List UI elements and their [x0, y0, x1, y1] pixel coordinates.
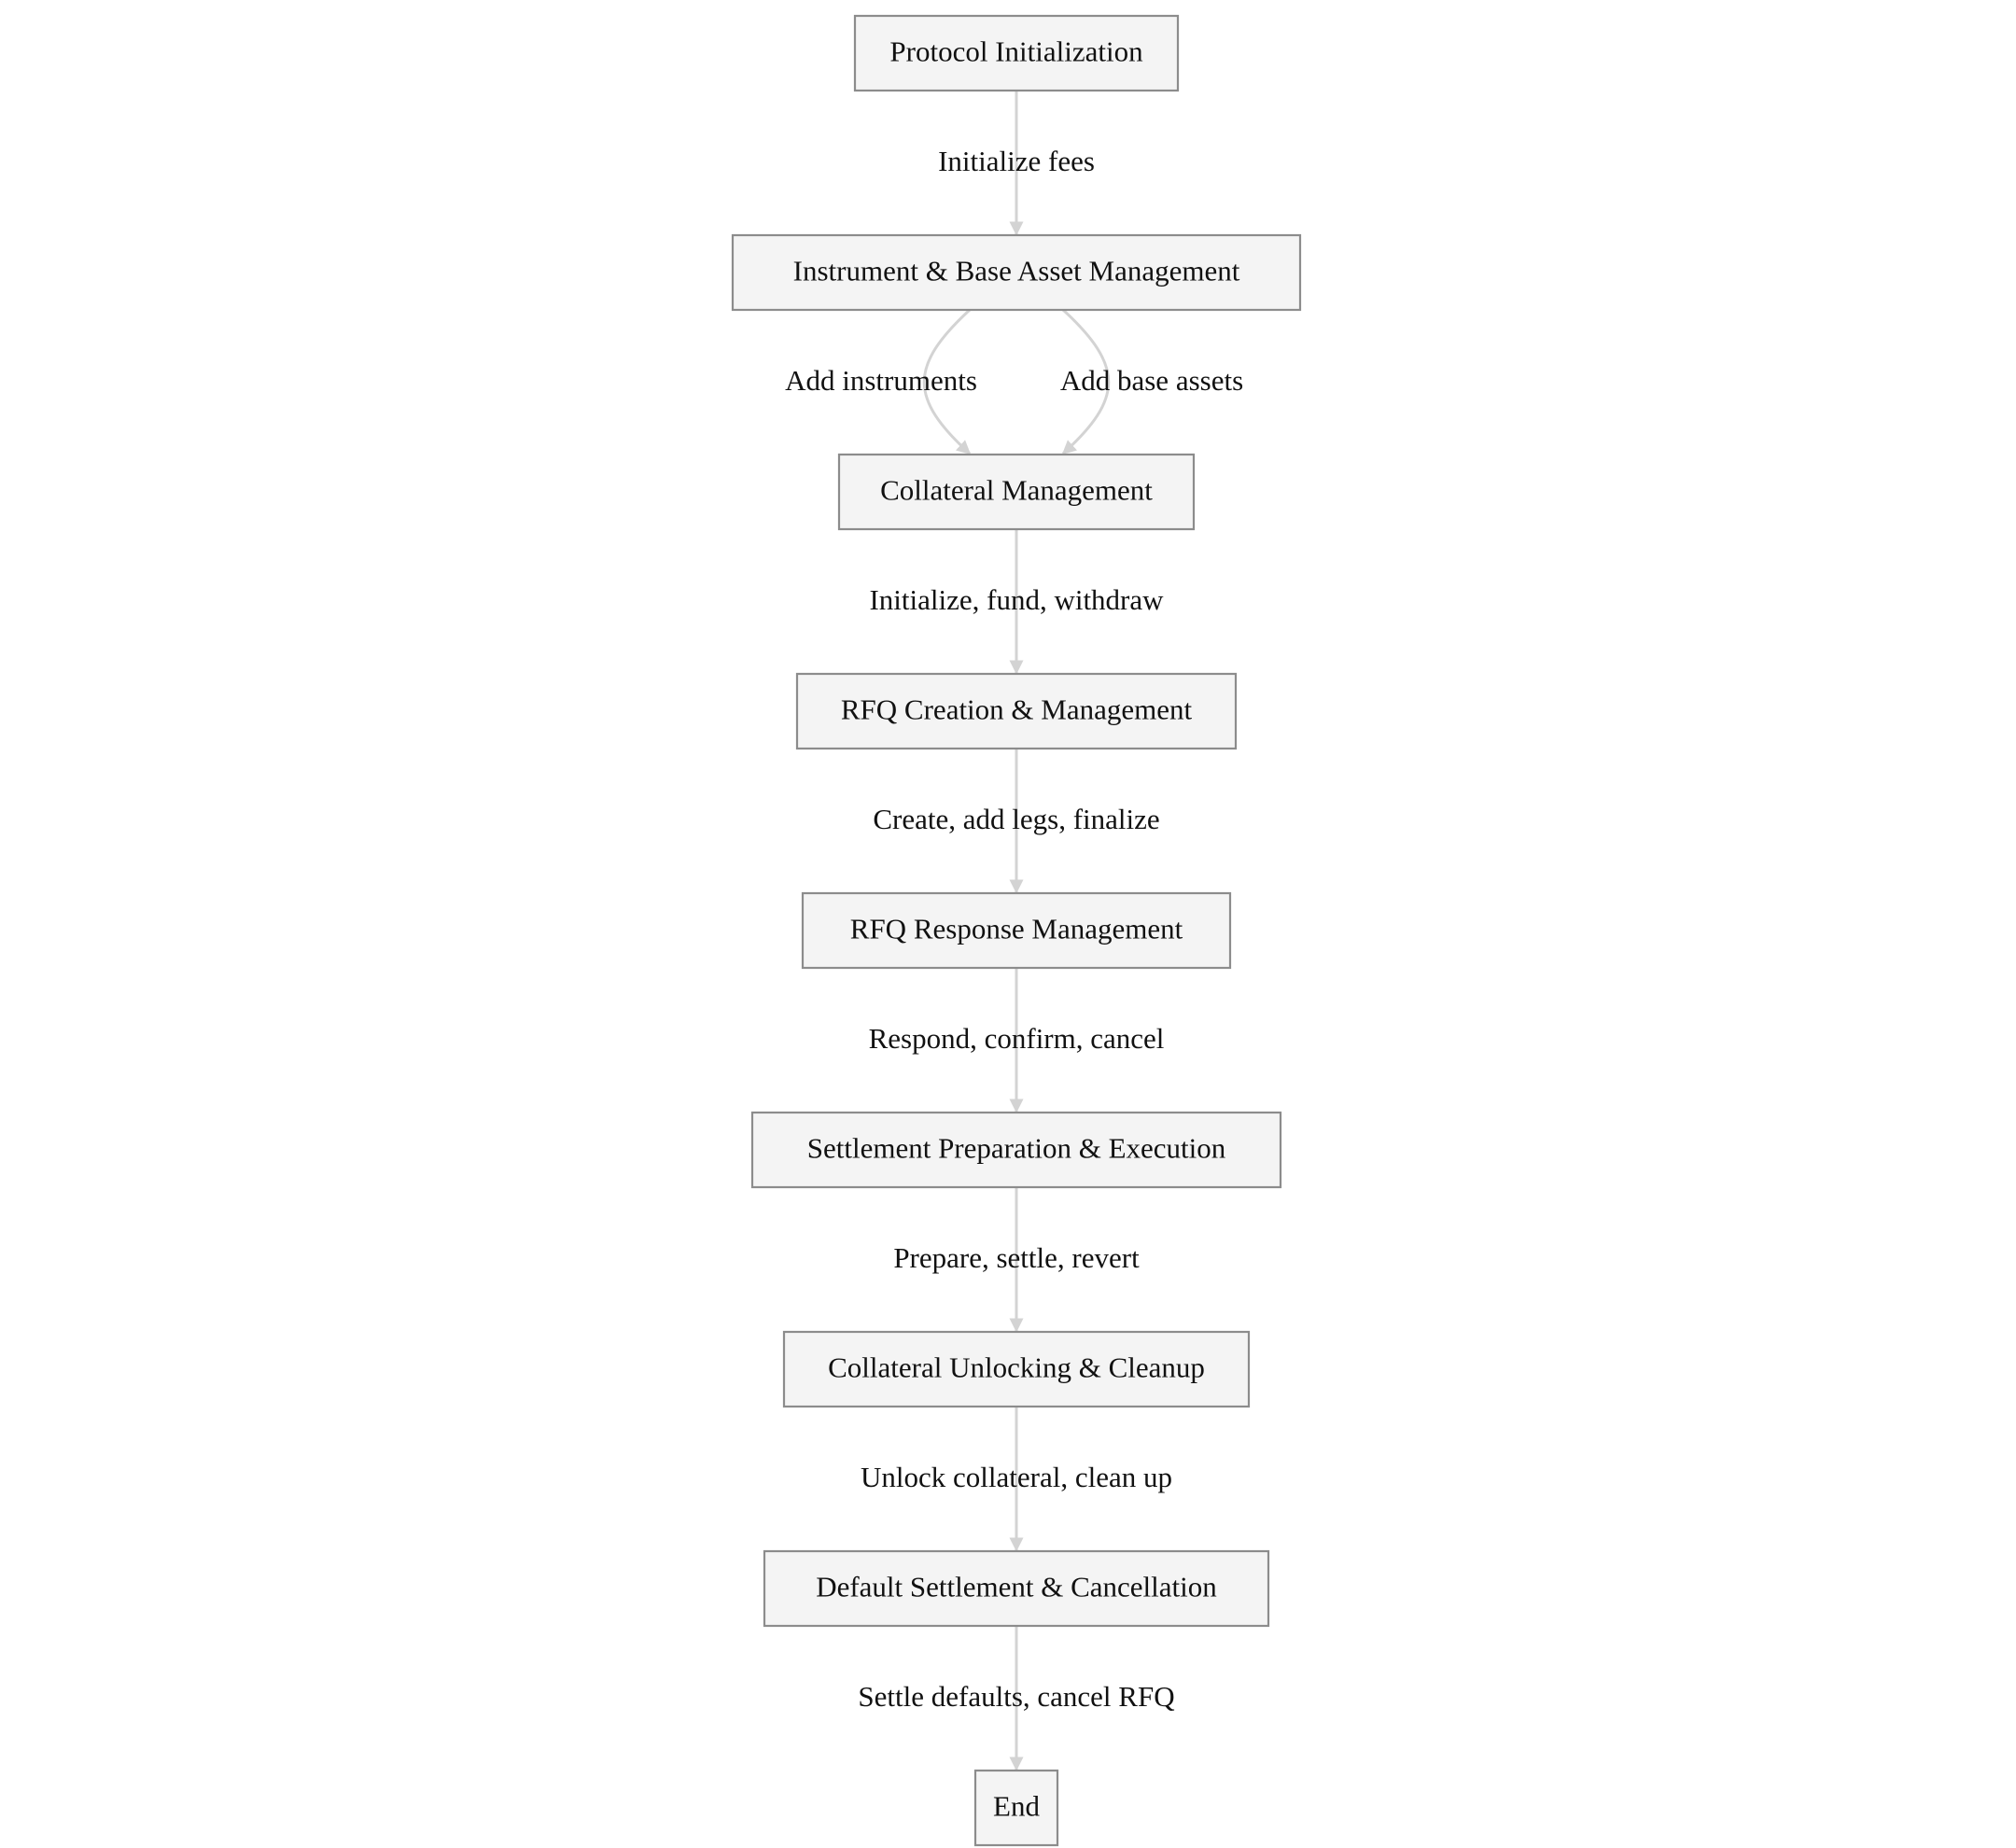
node-instrument-and-base-asset-management: Instrument & Base Asset Management: [731, 233, 1302, 312]
node-label: Instrument & Base Asset Management: [793, 255, 1240, 287]
edge-label: Add base assets: [1060, 364, 1243, 397]
node-rfq-response-management: RFQ Response Management: [801, 891, 1232, 970]
node-default-settlement-and-cancellation: Default Settlement & Cancellation: [763, 1549, 1270, 1628]
node-rfq-creation-and-management: RFQ Creation & Management: [795, 672, 1238, 750]
node-label: Collateral Unlocking & Cleanup: [828, 1351, 1205, 1384]
nodes-layer: Protocol Initialization Instrument & Base…: [731, 14, 1302, 1847]
node-end: End: [973, 1769, 1059, 1847]
node-label: Collateral Management: [880, 474, 1153, 507]
edge-label: Add instruments: [785, 364, 977, 397]
node-label: Settlement Preparation & Execution: [807, 1132, 1226, 1165]
node-label: Protocol Initialization: [889, 35, 1143, 68]
node-protocol-initialization: Protocol Initialization: [853, 14, 1180, 92]
node-label: RFQ Response Management: [850, 913, 1183, 945]
edge-label: Unlock collateral, clean up: [861, 1461, 1172, 1493]
edge-label: Initialize fees: [938, 145, 1095, 177]
edge-label: Settle defaults, cancel RFQ: [858, 1680, 1174, 1713]
node-collateral-unlocking-and-cleanup: Collateral Unlocking & Cleanup: [782, 1330, 1251, 1408]
node-label: End: [993, 1790, 1040, 1823]
node-label: RFQ Creation & Management: [841, 693, 1193, 726]
edge-label: Prepare, settle, revert: [893, 1241, 1140, 1274]
node-settlement-preparation-and-execution: Settlement Preparation & Execution: [750, 1111, 1282, 1189]
node-collateral-management: Collateral Management: [837, 453, 1196, 531]
edge-label: Initialize, fund, withdraw: [869, 583, 1164, 616]
node-label: Default Settlement & Cancellation: [816, 1571, 1217, 1603]
edge-label: Respond, confirm, cancel: [869, 1022, 1165, 1055]
edge-label: Create, add legs, finalize: [873, 803, 1159, 835]
flowchart-diagram: Protocol Initialization Instrument & Base…: [731, 14, 1302, 1847]
